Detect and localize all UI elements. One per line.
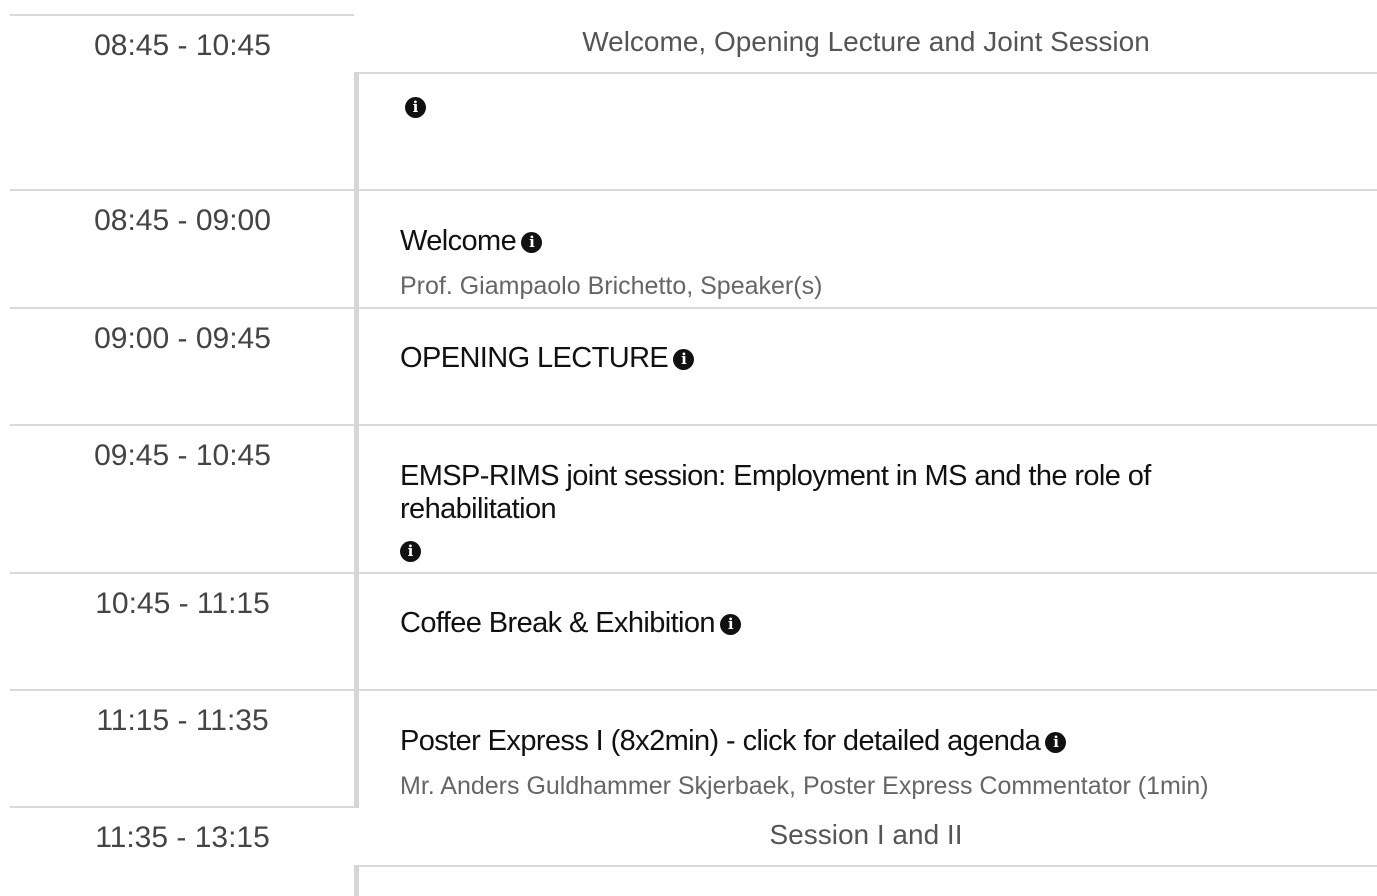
divider <box>355 865 1377 867</box>
group-title[interactable]: Welcome, Opening Lecture and Joint Sessi… <box>355 24 1377 60</box>
entry-title[interactable]: Welcome i <box>400 225 1300 258</box>
info-icon[interactable]: i <box>405 97 426 118</box>
entry-time: 11:15 - 11:35 <box>96 704 269 737</box>
entry-title[interactable]: Coffee Break & Exhibition i <box>400 607 1300 640</box>
agenda-page: 08:45 - 10:45 Welcome, Opening Lecture a… <box>0 0 1377 896</box>
entry-speaker: Mr. Anders Guldhammer Skjerbaek, Poster … <box>400 772 1209 800</box>
divider <box>10 14 354 16</box>
entry-title-text[interactable]: OPENING LECTURE <box>400 342 669 374</box>
divider <box>10 424 1377 426</box>
group-title[interactable]: Session I and II <box>355 817 1377 853</box>
entry-time: 09:45 - 10:45 <box>94 439 271 472</box>
divider <box>10 806 354 808</box>
entry-title-text[interactable]: Poster Express I (8x2min) - click for de… <box>400 725 1041 757</box>
divider <box>10 572 1377 574</box>
divider <box>10 307 1377 309</box>
info-icon[interactable]: i <box>1045 732 1067 753</box>
info-icon[interactable]: i <box>719 614 741 635</box>
group-time: 11:35 - 13:15 <box>95 821 270 854</box>
entry-title-text[interactable]: Coffee Break & Exhibition <box>400 607 716 639</box>
divider <box>355 72 1377 74</box>
info-icon[interactable]: i <box>521 232 543 253</box>
group-time: 08:45 - 10:45 <box>94 29 271 62</box>
entry-title[interactable]: Poster Express I (8x2min) - click for de… <box>400 725 1300 758</box>
divider <box>10 689 1377 691</box>
info-icon[interactable]: i <box>673 349 695 370</box>
entry-title-text[interactable]: Welcome <box>400 225 517 257</box>
entry-time: 10:45 - 11:15 <box>95 587 270 620</box>
divider <box>10 189 1377 191</box>
info-icon[interactable]: i <box>400 541 421 562</box>
entry-time: 08:45 - 09:00 <box>94 204 271 237</box>
entry-title[interactable]: EMSP-RIMS joint session: Employment in M… <box>400 460 1220 526</box>
entry-time: 09:00 - 09:45 <box>94 322 271 355</box>
entry-speaker: Prof. Giampaolo Brichetto, Speaker(s) <box>400 272 823 300</box>
timeline-bar <box>354 865 359 896</box>
entry-title[interactable]: OPENING LECTURE i <box>400 342 1300 375</box>
